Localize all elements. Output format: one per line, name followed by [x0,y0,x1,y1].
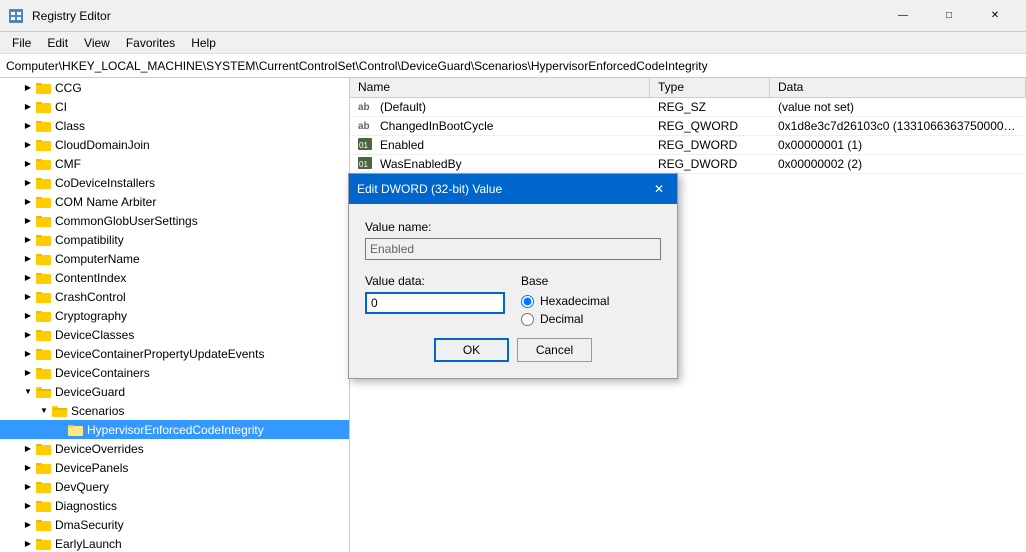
dialog-close-button[interactable]: ✕ [649,179,669,199]
radio-hexadecimal[interactable]: Hexadecimal [521,294,661,308]
base-section: Base Hexadecimal Decimal [521,274,661,326]
dialog-body: Value name: Value data: Base Hexadecimal [349,204,677,378]
decimal-radio[interactable] [521,313,534,326]
cancel-button[interactable]: Cancel [517,338,592,362]
value-data-section: Value data: [365,274,505,326]
value-name-label: Value name: [365,220,661,234]
hexadecimal-label: Hexadecimal [540,294,609,308]
hexadecimal-radio[interactable] [521,295,534,308]
dialog-buttons: OK Cancel [365,338,661,362]
value-data-label: Value data: [365,274,505,288]
base-label: Base [521,274,661,288]
dialog-overlay: Edit DWORD (32-bit) Value ✕ Value name: … [0,0,1026,552]
radio-decimal[interactable]: Decimal [521,312,661,326]
value-name-input[interactable] [365,238,661,260]
dialog-title: Edit DWORD (32-bit) Value [357,182,502,196]
dialog-row: Value data: Base Hexadecimal Decimal [365,274,661,326]
radio-group: Hexadecimal Decimal [521,294,661,326]
edit-dword-dialog: Edit DWORD (32-bit) Value ✕ Value name: … [348,173,678,379]
value-data-input[interactable] [365,292,505,314]
ok-button[interactable]: OK [434,338,509,362]
dialog-title-bar: Edit DWORD (32-bit) Value ✕ [349,174,677,204]
decimal-label: Decimal [540,312,583,326]
